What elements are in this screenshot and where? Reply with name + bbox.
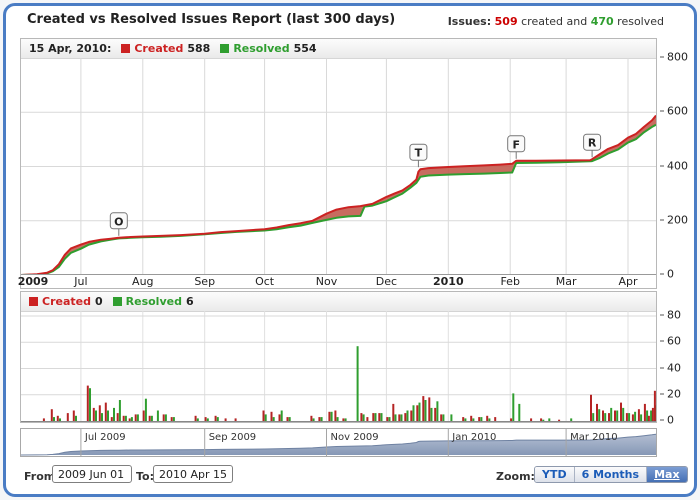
range-navigator[interactable]: Jul 2009 Sep 2009 Nov 2009 Jan 2010 Mar 2010: [20, 428, 657, 457]
daily-chart-legend: Created 0 Resolved 6: [21, 292, 656, 312]
daily-created-legend-label: Created: [42, 295, 91, 308]
x-axis-label: Feb: [500, 275, 519, 288]
main-x-axis: 2009 Jul Aug Sep Oct Nov Dec 2010 Feb Mar Apr: [21, 275, 656, 288]
navigator-label: Nov 2009: [331, 432, 379, 443]
x-axis-label: Sep: [194, 275, 215, 288]
created-swatch-icon: [121, 44, 130, 53]
daily-created-legend-value: 0: [95, 295, 103, 308]
x-axis-label: Nov: [316, 275, 337, 288]
hover-date: 15 Apr, 2010:: [29, 42, 111, 55]
created-vs-resolved-report-gadget: Created vs Resolved Issues Report (last …: [0, 0, 700, 500]
from-date-input[interactable]: [52, 465, 132, 483]
main-chart-legend: 15 Apr, 2010: Created 588 Resolved 554: [21, 39, 656, 59]
daily-chart-panel: Created 0 Resolved 6: [20, 291, 657, 423]
svg-text:O: O: [114, 215, 123, 228]
event-flag-R[interactable]: R: [584, 134, 601, 157]
x-axis-label: Aug: [132, 275, 153, 288]
resolved-swatch-icon: [220, 44, 229, 53]
navigator-label: Jul 2009: [84, 432, 126, 443]
created-legend-value: 588: [187, 42, 210, 55]
zoom-button-group: YTD 6 Months Max: [534, 466, 688, 483]
svg-text:R: R: [588, 137, 597, 150]
x-axis-label: Jul: [74, 275, 87, 288]
to-date-input[interactable]: [153, 465, 233, 483]
zoom-label: Zoom:: [496, 470, 535, 483]
svg-text:F: F: [512, 138, 520, 151]
resolved-legend-label: Resolved: [233, 42, 289, 55]
zoom-6months-button[interactable]: 6 Months: [574, 467, 646, 482]
created-legend-label: Created: [134, 42, 183, 55]
event-flag-T[interactable]: T: [410, 144, 427, 167]
cumulative-chart-panel: 15 Apr, 2010: Created 588 Resolved 554 O…: [20, 38, 657, 289]
resolved-legend-value: 554: [294, 42, 317, 55]
navigator-svg[interactable]: Jul 2009 Sep 2009 Nov 2009 Jan 2010 Mar 2010: [21, 429, 656, 456]
issues-resolved-count: 470: [591, 15, 614, 28]
resolved-swatch-icon: [113, 297, 122, 306]
issues-created-count: 509: [495, 15, 518, 28]
created-swatch-icon: [29, 297, 38, 306]
cumulative-chart-plot[interactable]: O T F R: [21, 58, 656, 279]
daily-resolved-legend-label: Resolved: [126, 295, 182, 308]
x-axis-label: 2009: [18, 275, 49, 288]
daily-chart-plot[interactable]: [21, 311, 656, 426]
svg-text:T: T: [415, 147, 423, 160]
daily-resolved-legend-value: 6: [186, 295, 194, 308]
to-label: To:: [136, 470, 154, 483]
issues-created-suffix: created and: [521, 15, 587, 28]
zoom-ytd-button[interactable]: YTD: [535, 467, 574, 482]
x-axis-label: Apr: [618, 275, 637, 288]
event-flag-O[interactable]: O: [110, 213, 127, 236]
issues-resolved-suffix: resolved: [617, 15, 664, 28]
issues-label: Issues:: [448, 15, 491, 28]
zoom-max-button[interactable]: Max: [646, 467, 686, 482]
navigator-label: Jan 2010: [451, 432, 496, 443]
navigator-label: Sep 2009: [209, 432, 256, 443]
x-axis-label: Mar: [556, 275, 577, 288]
x-axis-label: Oct: [255, 275, 274, 288]
navigator-label: Mar 2010: [570, 432, 618, 443]
x-axis-label: Dec: [376, 275, 397, 288]
x-axis-label: 2010: [433, 275, 464, 288]
issues-summary: Issues: 509 created and 470 resolved: [448, 15, 664, 28]
page-title: Created vs Resolved Issues Report (last …: [27, 12, 395, 27]
daily-chart-svg[interactable]: [21, 311, 656, 422]
cumulative-chart-svg[interactable]: O T F R: [21, 58, 656, 275]
